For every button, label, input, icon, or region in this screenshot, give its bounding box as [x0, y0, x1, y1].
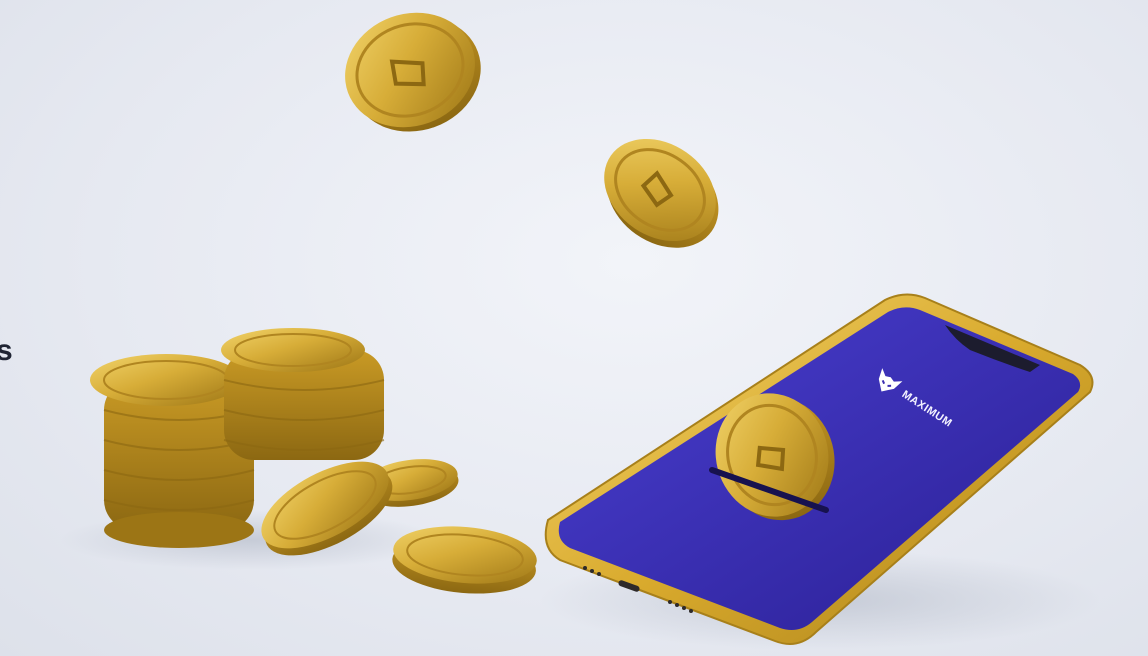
coins-and-phone-illustration — [60, 12, 1100, 650]
flying-coin-top — [345, 12, 481, 132]
flying-coin-right — [604, 138, 719, 248]
loose-coin-3 — [392, 526, 537, 594]
illustration-scene: s MAXIMUM — [0, 0, 1148, 656]
coin-stack-middle — [221, 328, 385, 460]
